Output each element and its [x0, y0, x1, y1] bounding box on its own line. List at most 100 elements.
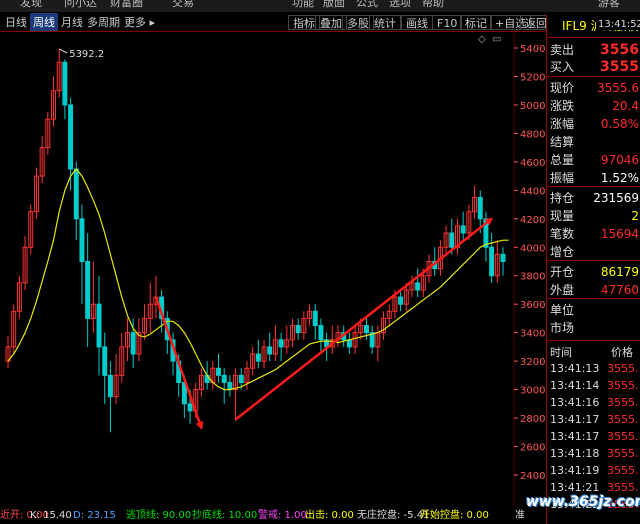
y-tick-label: 3200	[520, 357, 545, 368]
candle-body	[102, 346, 108, 376]
trading-terminal: { "menu": ["发现","问小达","财富圈","交易","功能","版…	[0, 0, 640, 524]
quote-label: 振幅	[550, 171, 575, 185]
tick-row: 13:41:18 3555.	[547, 445, 640, 463]
menu-item-9[interactable]: 游客	[598, 0, 620, 9]
quote-label: 笔数	[550, 227, 575, 241]
menu-item-0[interactable]: 发现	[20, 0, 42, 9]
tab-period-0[interactable]: 日线	[2, 13, 30, 31]
menu-item-3[interactable]: 交易	[172, 0, 194, 9]
panel-divider	[547, 186, 640, 187]
quote-label: 开仓	[550, 265, 575, 279]
quote-label: 涨跌	[550, 99, 575, 113]
indicator-value-2: D: 23.15	[73, 510, 116, 521]
tick-time: 13:41:17	[550, 430, 600, 443]
high-label-pointer	[58, 48, 68, 54]
quote-label: 总量	[550, 153, 575, 167]
tab-period-3[interactable]: 多周期	[84, 13, 123, 31]
high-label: 5392.2	[69, 49, 104, 60]
candle-body	[96, 303, 102, 348]
quote-label: 市场	[550, 321, 575, 335]
quote-label: 现量	[550, 209, 575, 223]
candle-body	[221, 374, 227, 383]
panel-divider	[547, 298, 640, 299]
quote-row: 单位	[547, 302, 640, 319]
tab-period-2[interactable]: 月线	[58, 13, 86, 31]
y-tick-label: 4800	[520, 129, 545, 140]
quote-label: 持仓	[550, 191, 575, 205]
tick-time: 13:41:13	[550, 362, 600, 375]
quote-value: 86179	[600, 265, 639, 279]
quote-panel: IFL9 沪深加权 卖出3556买入3555现价3555.6涨跌20.4涨幅0.…	[546, 14, 640, 524]
quote-value: 47760	[600, 283, 639, 297]
y-tick-label: 3800	[520, 272, 545, 283]
candle-body	[130, 332, 136, 355]
tick-price: 3555.	[607, 413, 639, 426]
tick-price: 3555.	[607, 464, 639, 477]
quote-row: 现量 2	[547, 208, 640, 225]
candle-body	[449, 232, 455, 248]
indicator-value-7: 无庄控盘: -5.41	[357, 510, 430, 521]
quote-value: 20.4	[612, 99, 639, 113]
candle-body	[278, 339, 284, 348]
candle-body	[68, 104, 74, 170]
tick-time: 13:41:17	[550, 413, 600, 426]
candle-body	[187, 403, 193, 412]
menu-item-1[interactable]: 问小达	[64, 0, 97, 9]
y-tick-label: 3600	[520, 300, 545, 311]
y-tick-label: 4400	[520, 186, 545, 197]
quote-row: 总量 97046	[547, 152, 640, 169]
trend-arrow	[154, 296, 204, 430]
tick-price: 3555.	[607, 362, 639, 375]
quote-row: 买入 3555	[547, 59, 640, 76]
y-tick-label: 2400	[520, 471, 545, 482]
tab-period-1[interactable]: 周线	[30, 13, 58, 31]
quote-label: 外盘	[550, 283, 575, 297]
candle-body	[216, 367, 222, 376]
y-tick-label: 5000	[520, 101, 545, 112]
trend-arrow	[234, 217, 494, 421]
menu-item-6[interactable]: 公式	[356, 0, 378, 9]
tick-row: 13:41:19 3555.	[547, 462, 640, 480]
y-tick-label: 5400	[520, 44, 545, 55]
collapse-icon[interactable]: ▭	[492, 34, 501, 45]
tick-time: 13:41:18	[550, 447, 600, 460]
zoom-icon[interactable]: ◇	[478, 34, 486, 45]
candle-body	[312, 310, 318, 327]
candle-body	[489, 246, 495, 277]
quote-row: 增仓	[547, 244, 640, 261]
y-tick-label: 4200	[520, 215, 545, 226]
tool-button-3[interactable]: 统计	[369, 15, 401, 30]
quote-value: 2	[631, 209, 639, 223]
indicator-value-5: 警戒: 1.00	[258, 510, 307, 521]
menu-item-5[interactable]: 版面	[323, 0, 345, 9]
quote-row: 现价 3555.6	[547, 80, 640, 97]
tab-period-4[interactable]: 更多 ▸	[121, 13, 158, 31]
candle-body	[460, 225, 466, 234]
candle-body	[363, 325, 369, 334]
candle-body	[318, 325, 324, 341]
quote-row: 笔数 15694	[547, 226, 640, 243]
tool-button-6[interactable]: 标记	[460, 15, 492, 30]
candle-body	[346, 339, 352, 348]
quote-label: 卖出	[550, 43, 575, 57]
y-tick-label: 5200	[520, 72, 545, 83]
candle-body	[62, 61, 68, 106]
tool-button-5[interactable]: F10	[432, 15, 463, 30]
tool-button-4[interactable]: 画线	[401, 15, 433, 30]
top-menu-bar: 发现 问小达 财富圈 交易 功能 版面 公式 选项 帮助 游客	[0, 0, 640, 12]
menu-item-8[interactable]: 帮助	[422, 0, 444, 9]
menu-item-2[interactable]: 财富圈	[110, 0, 143, 9]
candle-body	[477, 196, 483, 220]
quote-value: 3555	[600, 59, 639, 75]
kline-chart[interactable]: 2400 2600 2800 3000 3200 3400 3600 3800 4000 4200…	[0, 33, 546, 506]
menu-item-7[interactable]: 选项	[389, 0, 411, 9]
quote-row: 振幅 1.52%	[547, 170, 640, 187]
quote-value: 231569	[593, 191, 639, 205]
quote-value: 3556	[600, 42, 639, 58]
quote-label: 结算	[550, 135, 575, 149]
y-tick-label: 3400	[520, 329, 545, 340]
tick-row: 13:41:13 3555.	[547, 360, 640, 378]
tick-row: 13:41:14 3555.	[547, 377, 640, 395]
tick-price: 3555.	[607, 396, 639, 409]
menu-item-4[interactable]: 功能	[292, 0, 314, 9]
